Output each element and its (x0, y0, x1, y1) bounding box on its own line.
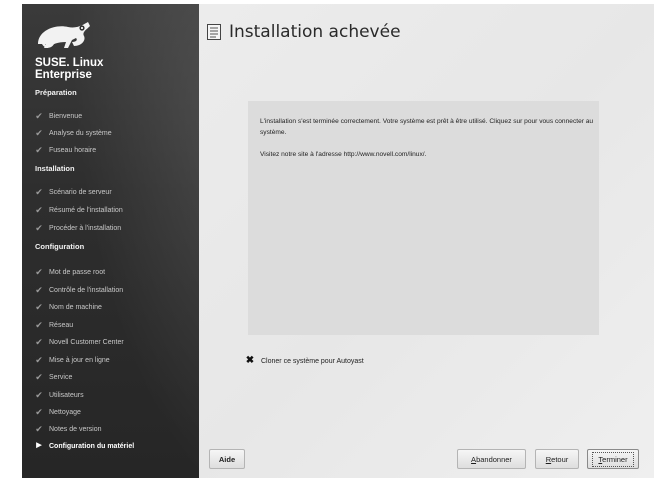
current-step-arrow-icon: ▶ (36, 442, 42, 449)
step-mot-de-passe: ✔ Mot de passe root (35, 267, 106, 277)
check-icon: ✔ (35, 372, 43, 382)
check-icon: ✔ (35, 355, 43, 365)
step-proceder: ✔ Procéder à l'installation (35, 223, 122, 233)
check-icon: ✔ (35, 111, 43, 121)
step-reseau: ✔ Réseau (35, 320, 74, 330)
installer-window: SUSE. Linux Enterprise Préparation ✔ Bien… (0, 0, 664, 486)
check-icon: ✔ (35, 128, 43, 138)
message-panel: L'installation s'est terminée correcteme… (248, 101, 599, 335)
step-utilisateurs: ✔ Utilisateurs (35, 390, 84, 400)
step-mise-a-jour: ✔ Mise à jour en ligne (35, 355, 110, 365)
check-icon: ✔ (35, 320, 43, 330)
step-notes-version: ✔ Notes de version (35, 424, 102, 434)
suse-chameleon-logo-icon (38, 22, 90, 48)
main-panel: Installation achevée L'installation s'es… (199, 4, 654, 478)
check-icon: ✔ (35, 223, 43, 233)
completion-message: L'installation s'est terminée correcteme… (260, 118, 594, 136)
clone-autoyast-label: Cloner ce système pour Autoyast (261, 357, 364, 365)
brand-name: SUSE. Linux Enterprise (35, 57, 104, 81)
section-installation: Installation (35, 164, 75, 173)
check-icon: ✔ (35, 145, 43, 155)
step-nom-machine: ✔ Nom de machine (35, 302, 102, 312)
step-configuration-materiel: ▶ Configuration du matériel (34, 439, 134, 453)
check-icon: ✔ (35, 407, 43, 417)
step-ncc: ✔ Novell Customer Center (35, 337, 124, 347)
check-icon: ✔ (35, 285, 43, 295)
title-row: Installation achevée (207, 22, 401, 42)
check-icon: ✔ (35, 424, 43, 434)
sidebar: SUSE. Linux Enterprise Préparation ✔ Bien… (22, 4, 199, 478)
step-nettoyage: ✔ Nettoyage (35, 407, 81, 417)
document-icon (207, 24, 221, 40)
checkbox-checked-icon[interactable]: ✖ (245, 356, 255, 366)
step-scenario: ✔ Scénario de serveur (35, 187, 112, 197)
step-controle: ✔ Contrôle de l'installation (35, 285, 124, 295)
check-icon: ✔ (35, 337, 43, 347)
check-icon: ✔ (35, 267, 43, 277)
section-preparation: Préparation (35, 88, 77, 97)
abort-button[interactable]: Abandonner (457, 449, 526, 469)
step-fuseau: ✔ Fuseau horaire (35, 145, 97, 155)
website-message: Visitez notre site à l'adresse http://ww… (260, 151, 427, 158)
step-service: ✔ Service (35, 372, 73, 382)
help-button[interactable]: Aide (209, 449, 245, 469)
step-bienvenue: ✔ Bienvenue (35, 111, 83, 121)
step-resume: ✔ Résumé de l'installation (35, 205, 123, 215)
check-icon: ✔ (35, 390, 43, 400)
clone-autoyast-checkbox[interactable]: ✖ Cloner ce système pour Autoyast (245, 356, 364, 366)
check-icon: ✔ (35, 302, 43, 312)
check-icon: ✔ (35, 205, 43, 215)
back-button[interactable]: Retour (535, 449, 579, 469)
check-icon: ✔ (35, 187, 43, 197)
step-analyse: ✔ Analyse du système (35, 128, 112, 138)
finish-button[interactable]: Terminer (587, 449, 639, 469)
section-configuration: Configuration (35, 242, 85, 251)
page-title: Installation achevée (229, 22, 401, 42)
